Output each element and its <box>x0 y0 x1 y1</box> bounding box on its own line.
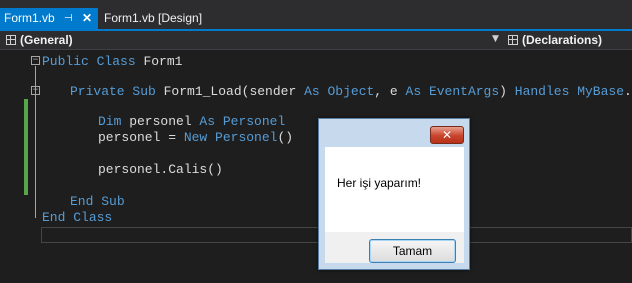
tab-form1-vb[interactable]: Form1.vb ⊣ ✕ <box>0 8 98 29</box>
chevron-down-icon[interactable]: ▼ <box>492 34 499 44</box>
message-body: Her işi yaparım! <box>325 147 464 232</box>
close-icon[interactable]: ✕ <box>82 8 92 29</box>
code-line: personel.Calis() <box>98 162 223 177</box>
code-line: Dim personel As Personel <box>98 114 286 129</box>
message-footer: Tamam <box>325 232 464 263</box>
collapse-icon[interactable]: − <box>31 56 40 65</box>
close-icon: ✕ <box>441 128 453 142</box>
code-line: End Class <box>42 210 113 225</box>
document-tab-strip: Form1.vb ⊣ ✕ Form1.vb [Design] <box>0 0 632 29</box>
grid-icon <box>6 35 16 45</box>
tab-label: Form1.vb <box>4 11 55 25</box>
general-label: (General) <box>20 33 73 47</box>
pin-icon[interactable]: ⊣ <box>64 8 73 29</box>
code-line: Private Sub Form1_Load(sender As Object,… <box>70 84 632 99</box>
code-line: Public Class Form1 <box>42 54 183 69</box>
grid-icon <box>508 35 518 45</box>
tab-label: Form1.vb [Design] <box>104 11 203 25</box>
change-tracking-bar <box>24 99 28 195</box>
code-editor[interactable]: − − Public Class Form1 Private Sub Form1… <box>0 51 632 283</box>
code-line: End Sub <box>70 194 125 209</box>
tab-form1-design[interactable]: Form1.vb [Design] <box>100 8 202 29</box>
code-line: personel = New Personel() <box>98 130 294 145</box>
declarations-label: (Declarations) <box>522 33 603 47</box>
message-box-dialog: ✕ Her işi yaparım! Tamam <box>318 118 470 270</box>
general-dropdown[interactable]: (General) <box>6 33 73 47</box>
ok-button[interactable]: Tamam <box>369 239 456 263</box>
collapse-icon[interactable]: − <box>31 86 40 95</box>
close-button[interactable]: ✕ <box>430 126 464 144</box>
message-text: Her işi yaparım! <box>337 176 422 190</box>
declarations-dropdown[interactable]: (Declarations) <box>508 33 602 47</box>
navigation-bar: (General) ▼ (Declarations) <box>0 31 632 50</box>
